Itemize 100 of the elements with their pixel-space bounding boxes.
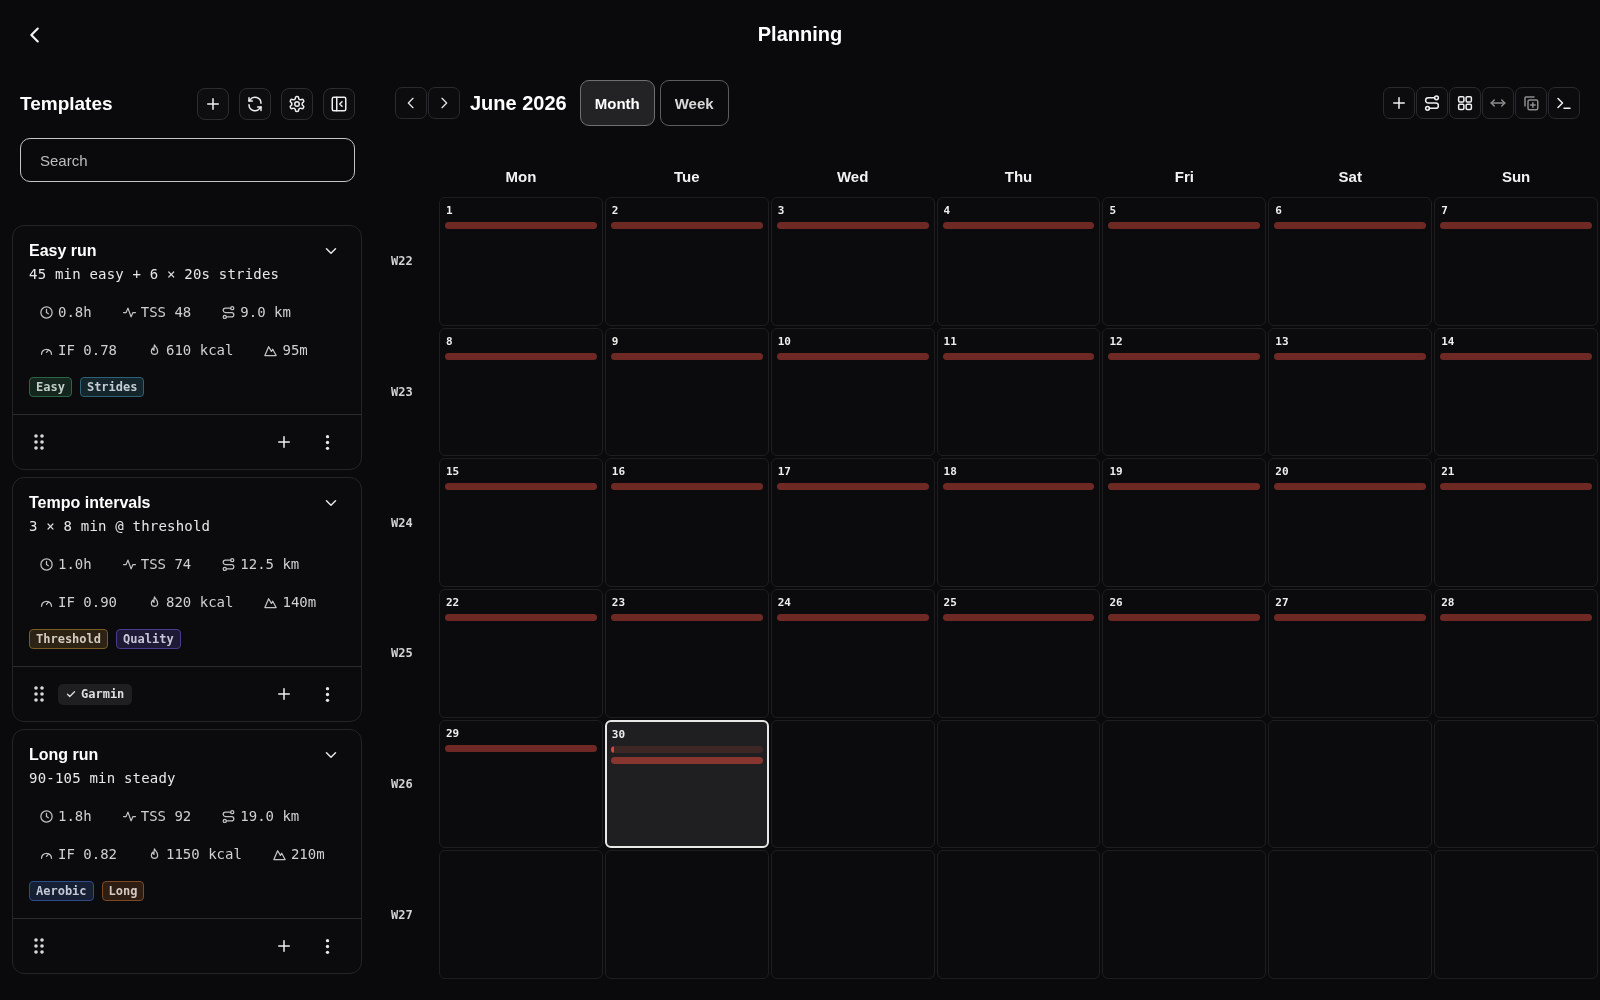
day-number: 22	[446, 596, 460, 609]
event-bar[interactable]	[1274, 614, 1427, 621]
copy-plus-icon	[1522, 94, 1540, 112]
day-cell[interactable]: 1	[439, 197, 603, 326]
event-bar[interactable]	[1274, 483, 1427, 491]
day-cell[interactable]: 24	[770, 589, 935, 718]
event-bar[interactable]	[610, 756, 763, 764]
day-number: 1	[446, 204, 453, 217]
event-bar[interactable]	[445, 222, 597, 229]
event-bar[interactable]	[610, 483, 763, 491]
view-tab[interactable]: Month	[579, 80, 655, 126]
day-cell[interactable]: 17	[770, 458, 935, 587]
event-bar[interactable]	[445, 614, 597, 621]
day-cell[interactable]: 15	[439, 458, 603, 587]
event-bar[interactable]	[942, 352, 1095, 360]
event-bar[interactable]	[1274, 222, 1427, 229]
route-button[interactable]	[1416, 87, 1448, 119]
refresh-button[interactable]	[239, 88, 271, 120]
day-cell[interactable]: 14	[1434, 327, 1598, 457]
terminal-button[interactable]	[1548, 87, 1580, 119]
day-cell[interactable]: 8	[439, 327, 603, 457]
event-bar[interactable]	[1440, 352, 1592, 360]
day-cell[interactable]: 20	[1268, 458, 1433, 587]
day-cell[interactable]: 3	[770, 197, 935, 326]
day-cell[interactable]: 11	[936, 327, 1101, 457]
event-bar[interactable]	[1108, 352, 1261, 360]
event-bar[interactable]	[1108, 222, 1261, 229]
route-icon	[221, 808, 237, 824]
day-cell[interactable]: 18	[936, 458, 1101, 587]
settings-button[interactable]	[281, 88, 313, 120]
day-number: 13	[1275, 334, 1289, 348]
event-bar[interactable]	[1440, 614, 1592, 621]
day-cell[interactable]: 23	[604, 589, 769, 718]
event-bar[interactable]	[1440, 483, 1592, 491]
day-cell[interactable]: 10	[770, 327, 935, 457]
day-cell[interactable]: 6	[1268, 197, 1433, 326]
day-cell[interactable]: 5	[1102, 197, 1267, 326]
add-button[interactable]	[197, 88, 229, 120]
day-cell[interactable]: 30	[604, 719, 769, 849]
day-cell[interactable]: 29	[439, 719, 603, 849]
event-bar[interactable]	[1108, 483, 1261, 491]
day-cell[interactable]: 16	[604, 458, 769, 587]
drag-handle-icon[interactable]	[34, 686, 44, 702]
stat-value: 1.0h	[58, 556, 92, 572]
day-cell[interactable]: 26	[1102, 589, 1267, 718]
event-bar[interactable]	[445, 744, 597, 752]
event-bar[interactable]	[445, 352, 597, 360]
day-cell[interactable]: 13	[1268, 327, 1433, 457]
stat-value: IF 0.78	[58, 342, 117, 358]
weekday-label: Sat	[1337, 167, 1363, 185]
view-tab[interactable]: Week	[659, 80, 729, 126]
grid-icon	[1456, 94, 1474, 112]
event-bar[interactable]	[776, 614, 929, 621]
day-number: 26	[1109, 596, 1123, 609]
plus-icon	[1390, 94, 1408, 112]
previous-month-button[interactable]	[395, 87, 427, 119]
weekday-label: Tue	[673, 167, 701, 185]
route-icon	[221, 304, 237, 320]
event-bar[interactable]	[610, 352, 763, 360]
event-bar[interactable]	[776, 483, 929, 491]
day-cell[interactable]: 25	[936, 589, 1101, 718]
day-cell[interactable]: 9	[604, 327, 769, 457]
day-cell[interactable]	[770, 719, 935, 849]
plus-icon	[204, 95, 222, 113]
next-month-button[interactable]	[428, 87, 460, 119]
month-label: June 2026	[470, 91, 567, 115]
day-cell[interactable]: 2	[604, 197, 769, 326]
day-cell[interactable]: 19	[1102, 458, 1267, 587]
day-number: 18	[943, 465, 957, 479]
clock-icon	[39, 808, 54, 824]
day-cell[interactable]: 22	[439, 589, 603, 718]
weekday-label: Thu	[1003, 167, 1034, 185]
event-bar[interactable]	[610, 222, 763, 229]
stat-value: TSS 48	[140, 304, 192, 320]
add-button[interactable]	[1383, 87, 1415, 119]
day-cell[interactable]: 28	[1434, 589, 1598, 718]
kebab-menu-icon	[324, 433, 330, 451]
plus-icon	[275, 937, 293, 955]
event-bar[interactable]	[776, 222, 929, 229]
stat-value: 1.8h	[58, 808, 92, 824]
day-cell[interactable]: 4	[936, 197, 1101, 326]
search-field[interactable]: Search	[20, 138, 355, 182]
event-bar[interactable]	[942, 614, 1095, 621]
event-bar[interactable]	[1108, 614, 1261, 621]
event-bar[interactable]	[1440, 222, 1592, 229]
event-bar[interactable]	[445, 483, 597, 491]
day-cell[interactable]: 7	[1434, 197, 1598, 326]
event-bar[interactable]	[610, 614, 763, 621]
day-cell[interactable]: 21	[1434, 458, 1598, 587]
grid-view-button[interactable]	[1449, 87, 1481, 119]
day-cell[interactable]: 12	[1102, 327, 1267, 457]
event-bar[interactable]	[1274, 352, 1427, 360]
event-bar[interactable]	[942, 222, 1095, 229]
event-bar[interactable]	[776, 352, 929, 360]
drag-handle-icon[interactable]	[34, 938, 44, 954]
day-cell[interactable]: 27	[1268, 589, 1433, 718]
day-number: 15	[446, 465, 460, 479]
event-bar[interactable]	[942, 483, 1095, 491]
drag-handle-icon[interactable]	[34, 434, 44, 450]
collapse-panel-button[interactable]	[323, 88, 355, 120]
